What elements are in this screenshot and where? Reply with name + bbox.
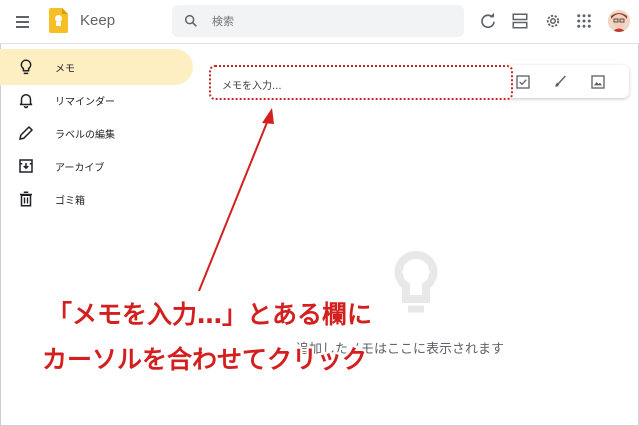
annotation-caption-line1: 「メモを入力…」とある欄に: [47, 300, 373, 329]
trash-icon: [20, 191, 32, 207]
sidebar-item-label: メモ: [55, 64, 75, 75]
take-note-input[interactable]: メモを入力...: [209, 65, 513, 100]
archive-icon: [19, 159, 33, 173]
search-bar[interactable]: [172, 5, 464, 37]
sidebar-item-trash[interactable]: ゴミ箱: [0, 181, 193, 217]
pencil-icon: [19, 125, 34, 140]
annotation-caption-line2: カーソルを合わせてクリック: [42, 345, 368, 374]
account-avatar[interactable]: [608, 10, 630, 32]
apps-grid-icon[interactable]: [575, 12, 593, 30]
keep-logo: [49, 8, 68, 33]
refresh-icon[interactable]: [479, 12, 497, 30]
sidebar-item-label: ラベルの編集: [55, 130, 115, 141]
sidebar-item-archive[interactable]: アーカイブ: [0, 148, 193, 184]
search-input[interactable]: [212, 12, 452, 30]
navigation-drawer: メモ リマインダー ラベルの編集 アーカイブ ゴミ箱: [0, 45, 195, 245]
main-menu-icon[interactable]: [14, 13, 34, 31]
checkbox-icon[interactable]: [515, 74, 531, 90]
sidebar-item-notes[interactable]: メモ: [0, 49, 193, 85]
take-note-bar: [505, 65, 629, 98]
search-icon[interactable]: [183, 13, 199, 29]
top-app-bar: Keep: [0, 0, 639, 44]
sidebar-item-label: ゴミ箱: [55, 196, 85, 207]
empty-lightbulb-icon: [394, 250, 438, 313]
brush-icon[interactable]: [552, 74, 568, 90]
sidebar-item-label: リマインダー: [55, 97, 115, 108]
image-icon[interactable]: [590, 74, 606, 90]
note-placeholder: メモを入力...: [222, 81, 282, 92]
sidebar-item-label: アーカイブ: [55, 163, 105, 174]
sidebar-item-reminders[interactable]: リマインダー: [0, 82, 193, 118]
list-view-icon[interactable]: [511, 12, 529, 30]
sidebar-item-edit-labels[interactable]: ラベルの編集: [0, 115, 193, 151]
bell-icon: [19, 94, 33, 109]
lightbulb-icon: [20, 59, 32, 75]
app-title: Keep: [80, 12, 116, 29]
settings-gear-icon[interactable]: [544, 12, 562, 30]
